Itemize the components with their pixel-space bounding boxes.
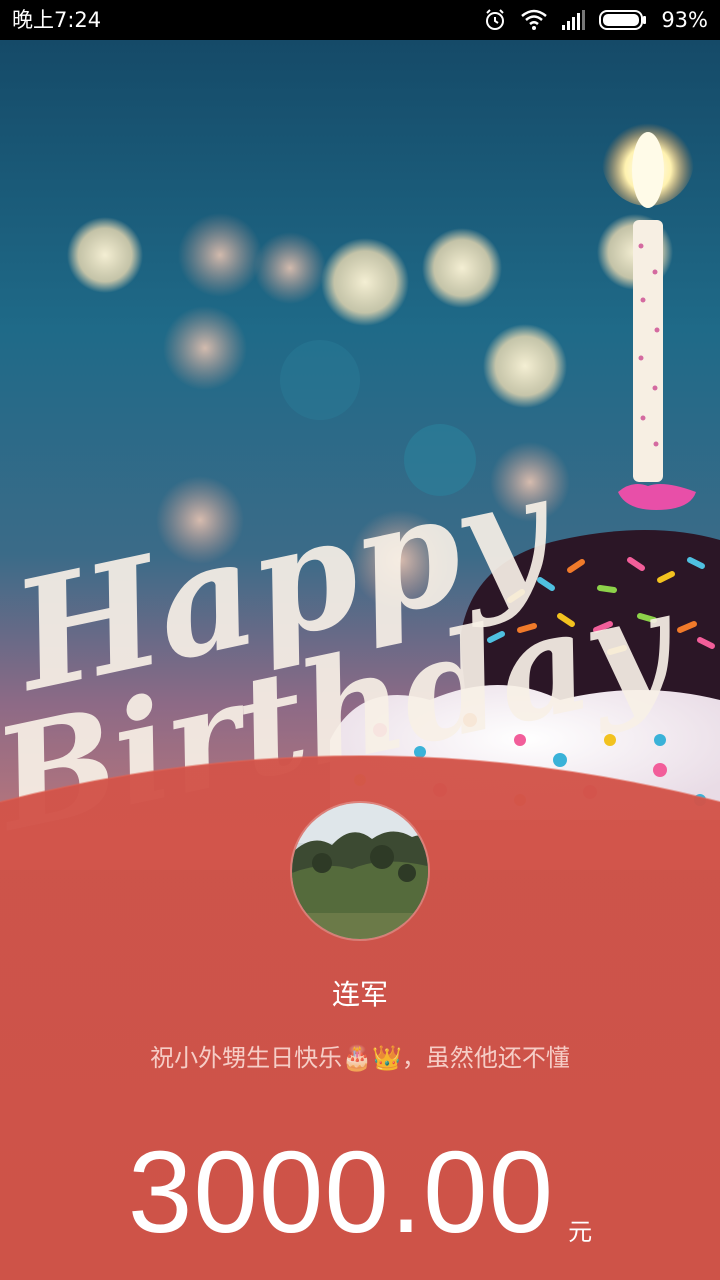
alarm-icon: [483, 8, 507, 32]
red-packet-detail-screen: 晚上7:24 93% Happy Birthday 连军 祝小外甥生日快乐🎂👑，…: [0, 0, 720, 1280]
greeting-message: 祝小外甥生日快乐🎂👑，虽然他还不懂: [150, 1044, 570, 1072]
battery-percent: 93%: [661, 8, 708, 32]
wifi-icon: [521, 9, 548, 31]
sender-name: 连军: [331, 978, 388, 1011]
currency-unit: 元: [568, 1218, 593, 1246]
red-packet-card: 连军 祝小外甥生日快乐🎂👑，虽然他还不懂 3000.00 元: [0, 740, 720, 1280]
status-bar: 晚上7:24 93%: [0, 0, 720, 40]
battery-icon: [599, 9, 647, 31]
amount-value: 3000.00: [127, 1127, 555, 1257]
status-time: 晚上7:24: [12, 8, 102, 32]
signal-icon: [561, 10, 586, 30]
status-icons: 93%: [483, 8, 708, 32]
amount-row: 3000.00 元: [0, 1130, 720, 1250]
sender-avatar[interactable]: [290, 801, 430, 941]
